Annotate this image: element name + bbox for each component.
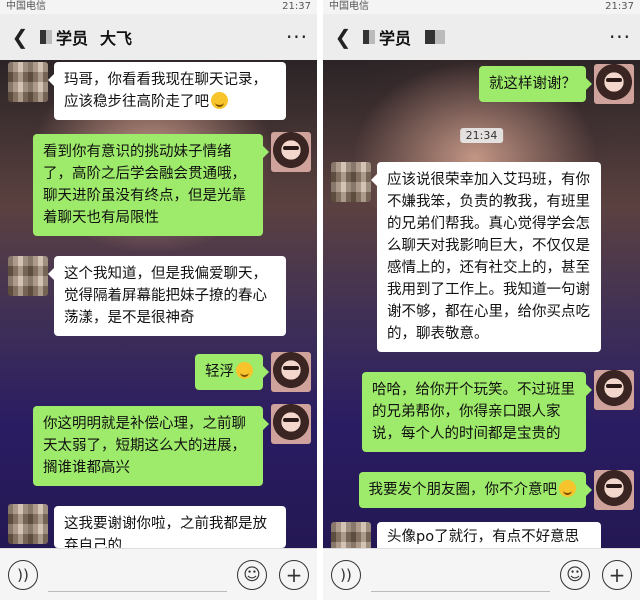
contact-avatar[interactable]	[8, 504, 48, 544]
message-bubble[interactable]: 这我要谢谢你啦，之前我都是放弃自己的	[54, 506, 286, 548]
mosaic-blur	[363, 30, 375, 44]
carrier-label: 中国电信	[6, 1, 46, 12]
chat-screen-right: 中国电信 21:37 ❮ 学员 ··· 就这样谢谢？ 21:34 应该说很荣幸加…	[323, 0, 640, 600]
my-avatar[interactable]	[594, 64, 634, 104]
message-list: 就这样谢谢？ 21:34 应该说很荣幸加入艾玛班，有你不嫌我笨，负责的教我，有班…	[323, 60, 640, 562]
back-arrow-icon[interactable]: ❮	[0, 25, 40, 49]
my-avatar[interactable]	[271, 404, 311, 444]
my-avatar[interactable]	[594, 470, 634, 510]
message-bubble[interactable]: 看到你有意识的挑动妹子情绪了，高阶之后学会融会贯通哦，聊天进阶虽没有终点，但是光…	[33, 134, 269, 236]
message-bubble[interactable]: 就这样谢谢？	[479, 66, 592, 102]
clock: 21:37	[605, 1, 634, 12]
smiley-icon[interactable]: ☺	[560, 559, 590, 590]
chat-header: ❮ 学员 大飞 ···	[0, 14, 317, 60]
my-avatar[interactable]	[594, 370, 634, 410]
chat-title-label: 学员	[56, 29, 89, 48]
plus-icon[interactable]: +	[602, 559, 632, 590]
message-bubble[interactable]: 你这明明就是补偿心理，之前聊天太弱了，短期这么大的进展，搁谁谁都高兴	[33, 406, 269, 486]
input-bar: )) ☺ +	[0, 548, 317, 600]
blush-emoji-icon	[211, 92, 228, 109]
message-bubble[interactable]: 应该说很荣幸加入艾玛班，有你不嫌我笨，负责的教我，有班里的兄弟们帮我。真心觉得学…	[371, 162, 601, 352]
chat-title: 学员	[363, 25, 600, 49]
plus-icon[interactable]: +	[279, 559, 309, 590]
chat-title: 学员 大飞	[40, 25, 277, 49]
mosaic-blur	[40, 30, 52, 44]
voice-icon[interactable]: ))	[331, 559, 361, 590]
status-bar: 中国电信 21:37	[323, 0, 640, 14]
chat-title-label: 学员	[379, 29, 412, 48]
chat-screen-left: 中国电信 21:37 ❮ 学员 大飞 ··· 玛哥，你看看我现在聊天记录，应该稳…	[0, 0, 317, 600]
contact-avatar[interactable]	[8, 256, 48, 296]
message-list: 玛哥，你看看我现在聊天记录，应该稳步往高阶走了吧 看到你有意识的挑动妹子情绪了，…	[0, 60, 317, 548]
message-input[interactable]	[48, 558, 227, 592]
input-bar: )) ☺ +	[323, 548, 640, 600]
my-avatar[interactable]	[271, 352, 311, 392]
contact-avatar[interactable]	[331, 162, 371, 202]
message-bubble[interactable]: 轻浮	[195, 354, 269, 390]
message-bubble[interactable]: 这个我知道，但是我偏爱聊天，觉得隔着屏幕能把妹子撩的春心荡漾，是不是很神奇	[48, 256, 286, 336]
smiley-icon[interactable]: ☺	[237, 559, 267, 590]
status-bar: 中国电信 21:37	[0, 0, 317, 14]
mosaic-blur	[425, 30, 446, 44]
chat-header: ❮ 学员 ···	[323, 14, 640, 60]
message-input[interactable]	[371, 558, 550, 592]
contact-avatar[interactable]	[8, 62, 48, 102]
message-bubble[interactable]: 玛哥，你看看我现在聊天记录，应该稳步往高阶走了吧	[48, 62, 286, 120]
my-avatar[interactable]	[271, 132, 311, 172]
sweat-emoji-icon	[236, 362, 253, 379]
blush-emoji-icon	[559, 480, 576, 497]
carrier-label: 中国电信	[329, 1, 369, 12]
back-arrow-icon[interactable]: ❮	[323, 25, 363, 49]
more-dots-icon[interactable]: ···	[600, 25, 640, 49]
message-bubble[interactable]: 我要发个朋友圈，你不介意吧	[358, 472, 592, 508]
more-dots-icon[interactable]: ···	[277, 25, 317, 49]
voice-icon[interactable]: ))	[8, 559, 38, 590]
clock: 21:37	[282, 1, 311, 12]
message-timestamp: 21:34	[459, 128, 504, 143]
message-bubble[interactable]: 哈哈，给你开个玩笑。不过班里的兄弟帮你，你得亲口跟人家说，每个人的时间都是宝贵的	[362, 372, 592, 452]
chat-title-name: 大飞	[100, 29, 133, 48]
